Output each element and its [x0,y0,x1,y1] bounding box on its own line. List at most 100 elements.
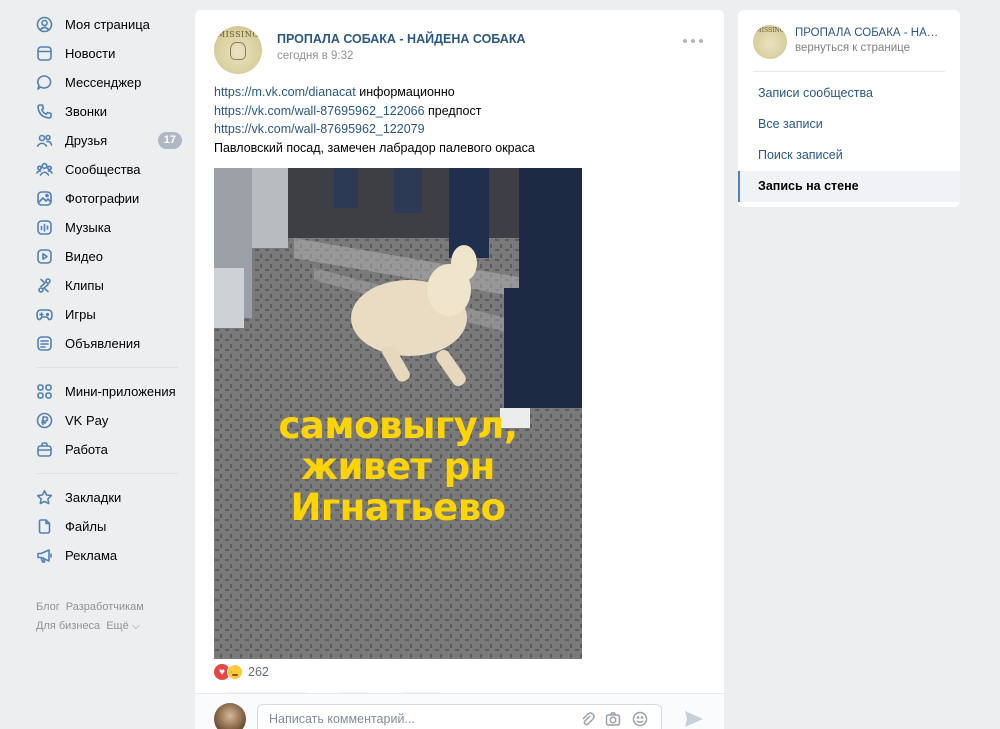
reactions[interactable]: ♥ 262 [214,664,269,680]
camera-icon[interactable] [605,711,621,727]
nav-divider [36,473,178,474]
reaction-count: 262 [248,665,269,679]
nav-group-services: Мини-приложения VK Pay Работа [30,377,182,464]
post-line: Павловский посад, замечен лабрадор палев… [214,139,705,158]
nav-item-label: Реклама [65,548,118,563]
nav-item-file[interactable]: Файлы [30,512,182,541]
post-line-text: Павловский посад, замечен лабрадор палев… [214,140,535,155]
nav-item-label: Новости [65,46,116,61]
avatar-logo-text: MISSING [216,30,260,39]
nav-group-main: Моя страница Новости Мессенджер Звонки Друзь… [30,10,182,358]
nav-item-friends[interactable]: Друзья 17 [30,126,182,155]
friends-icon [36,132,53,149]
right-menu-item[interactable]: Записи сообщества [738,78,960,109]
crying-reaction-icon [227,664,243,680]
emoji-icon[interactable] [632,711,648,727]
file-icon [36,518,53,535]
nav-item-phone[interactable]: Звонки [30,97,182,126]
post-photo[interactable]: самовыгул, живет рн Игнатьево [214,168,582,659]
nav-item-news[interactable]: Новости [30,39,182,68]
message-icon [36,74,53,91]
photo-caption-line: Игнатьево [290,486,506,529]
briefcase-icon [36,441,53,458]
nav-item-user[interactable]: Моя страница [30,10,182,39]
comment-bar: Написать комментарий... [195,693,724,729]
right-panel-header: MISSING ПРОПАЛА СОБАКА - НАЙДЕНА СОБАКА … [753,10,945,72]
nav-item-label: VK Pay [65,413,109,428]
right-panel-group-title[interactable]: ПРОПАЛА СОБАКА - НАЙДЕНА СОБАКА [795,27,945,39]
music-icon [36,219,53,236]
nav-item-briefcase[interactable]: Работа [30,435,182,464]
footer-link-developers[interactable]: Разработчикам [66,601,144,613]
nav-item-message[interactable]: Мессенджер [30,68,182,97]
right-menu-item[interactable]: Запись на стене [738,171,960,202]
footer-link-blog[interactable]: Блог [36,601,60,613]
nav-item-label: Сообщества [65,162,141,177]
send-icon[interactable] [684,710,704,728]
photo-caption-line: самовыгул, [278,404,518,447]
current-user-avatar[interactable] [214,703,246,729]
user-icon [36,16,53,33]
photo-icon [36,190,53,207]
nav-item-label: Мини-приложения [65,384,176,399]
apps-icon [36,383,53,400]
nav-item-vkpay[interactable]: VK Pay [30,406,182,435]
phone-icon [36,103,53,120]
left-navigation: Моя страница Новости Мессенджер Звонки Друзь… [30,10,182,636]
footer-links: Блог Разработчикам Для бизнеса Ещё ⌵ [30,598,182,636]
wall-post: MISSING ПРОПАЛА СОБАКА - НАЙДЕНА СОБАКА … [195,10,724,729]
nav-item-megaphone[interactable]: Реклама [30,541,182,570]
footer-link-business[interactable]: Для бизнеса [36,620,100,632]
back-to-page-link[interactable]: вернуться к странице [795,42,910,54]
post-line: https://vk.com/wall-87695962_122079 [214,120,705,139]
nav-item-label: Звонки [65,104,107,119]
post-line: https://vk.com/wall-87695962_122066 пред… [214,102,705,121]
nav-item-label: Работа [65,442,108,457]
more-options-icon[interactable] [683,36,703,46]
video-icon [36,248,53,265]
communities-icon [36,161,53,178]
nav-item-ads[interactable]: Объявления [30,329,182,358]
nav-item-communities[interactable]: Сообщества [30,155,182,184]
nav-item-label: Видео [65,249,103,264]
comment-input[interactable]: Написать комментарий... [257,704,662,729]
nav-group-extra: Закладки Файлы Реклама [30,483,182,570]
gamepad-icon [36,306,53,323]
post-line-text: предпост [424,103,482,118]
clips-icon [36,277,53,294]
right-panel-menu: Записи сообщества Все записи Поиск записей… [738,72,960,202]
news-icon [36,45,53,62]
post-link[interactable]: https://vk.com/wall-87695962_122079 [214,122,425,136]
group-name-link[interactable]: ПРОПАЛА СОБАКА - НАЙДЕНА СОБАКА [277,32,526,46]
nav-item-music[interactable]: Музыка [30,213,182,242]
nav-item-label: Игры [65,307,96,322]
post-line: https://m.vk.com/dianacat информационно [214,83,705,102]
post-text: https://m.vk.com/dianacat информационно … [195,80,724,157]
nav-item-label: Клипы [65,278,104,293]
nav-item-label: Фотографии [65,191,140,206]
post-link[interactable]: https://m.vk.com/dianacat [214,85,356,99]
post-link[interactable]: https://vk.com/wall-87695962_122066 [214,104,425,118]
nav-item-label: Музыка [65,220,111,235]
group-avatar[interactable]: MISSING [214,26,262,74]
footer-link-more[interactable]: Ещё ⌵ [106,620,140,632]
nav-item-gamepad[interactable]: Игры [30,300,182,329]
attach-icon[interactable] [579,711,595,727]
nav-item-clips[interactable]: Клипы [30,271,182,300]
nav-item-photo[interactable]: Фотографии [30,184,182,213]
nav-item-label: Мессенджер [65,75,142,90]
nav-item-label: Друзья [65,133,108,148]
nav-item-bookmark[interactable]: Закладки [30,483,182,512]
nav-item-video[interactable]: Видео [30,242,182,271]
friends-count-badge: 17 [157,132,182,149]
ads-icon [36,335,53,352]
group-avatar-small[interactable]: MISSING [753,25,787,59]
bookmark-icon [36,489,53,506]
right-menu-item[interactable]: Все записи [738,109,960,140]
nav-item-label: Закладки [65,490,122,505]
vkpay-icon [36,412,53,429]
right-menu-item[interactable]: Поиск записей [738,140,960,171]
nav-item-apps[interactable]: Мини-приложения [30,377,182,406]
post-time[interactable]: сегодня в 9:32 [277,50,353,62]
megaphone-icon [36,547,53,564]
